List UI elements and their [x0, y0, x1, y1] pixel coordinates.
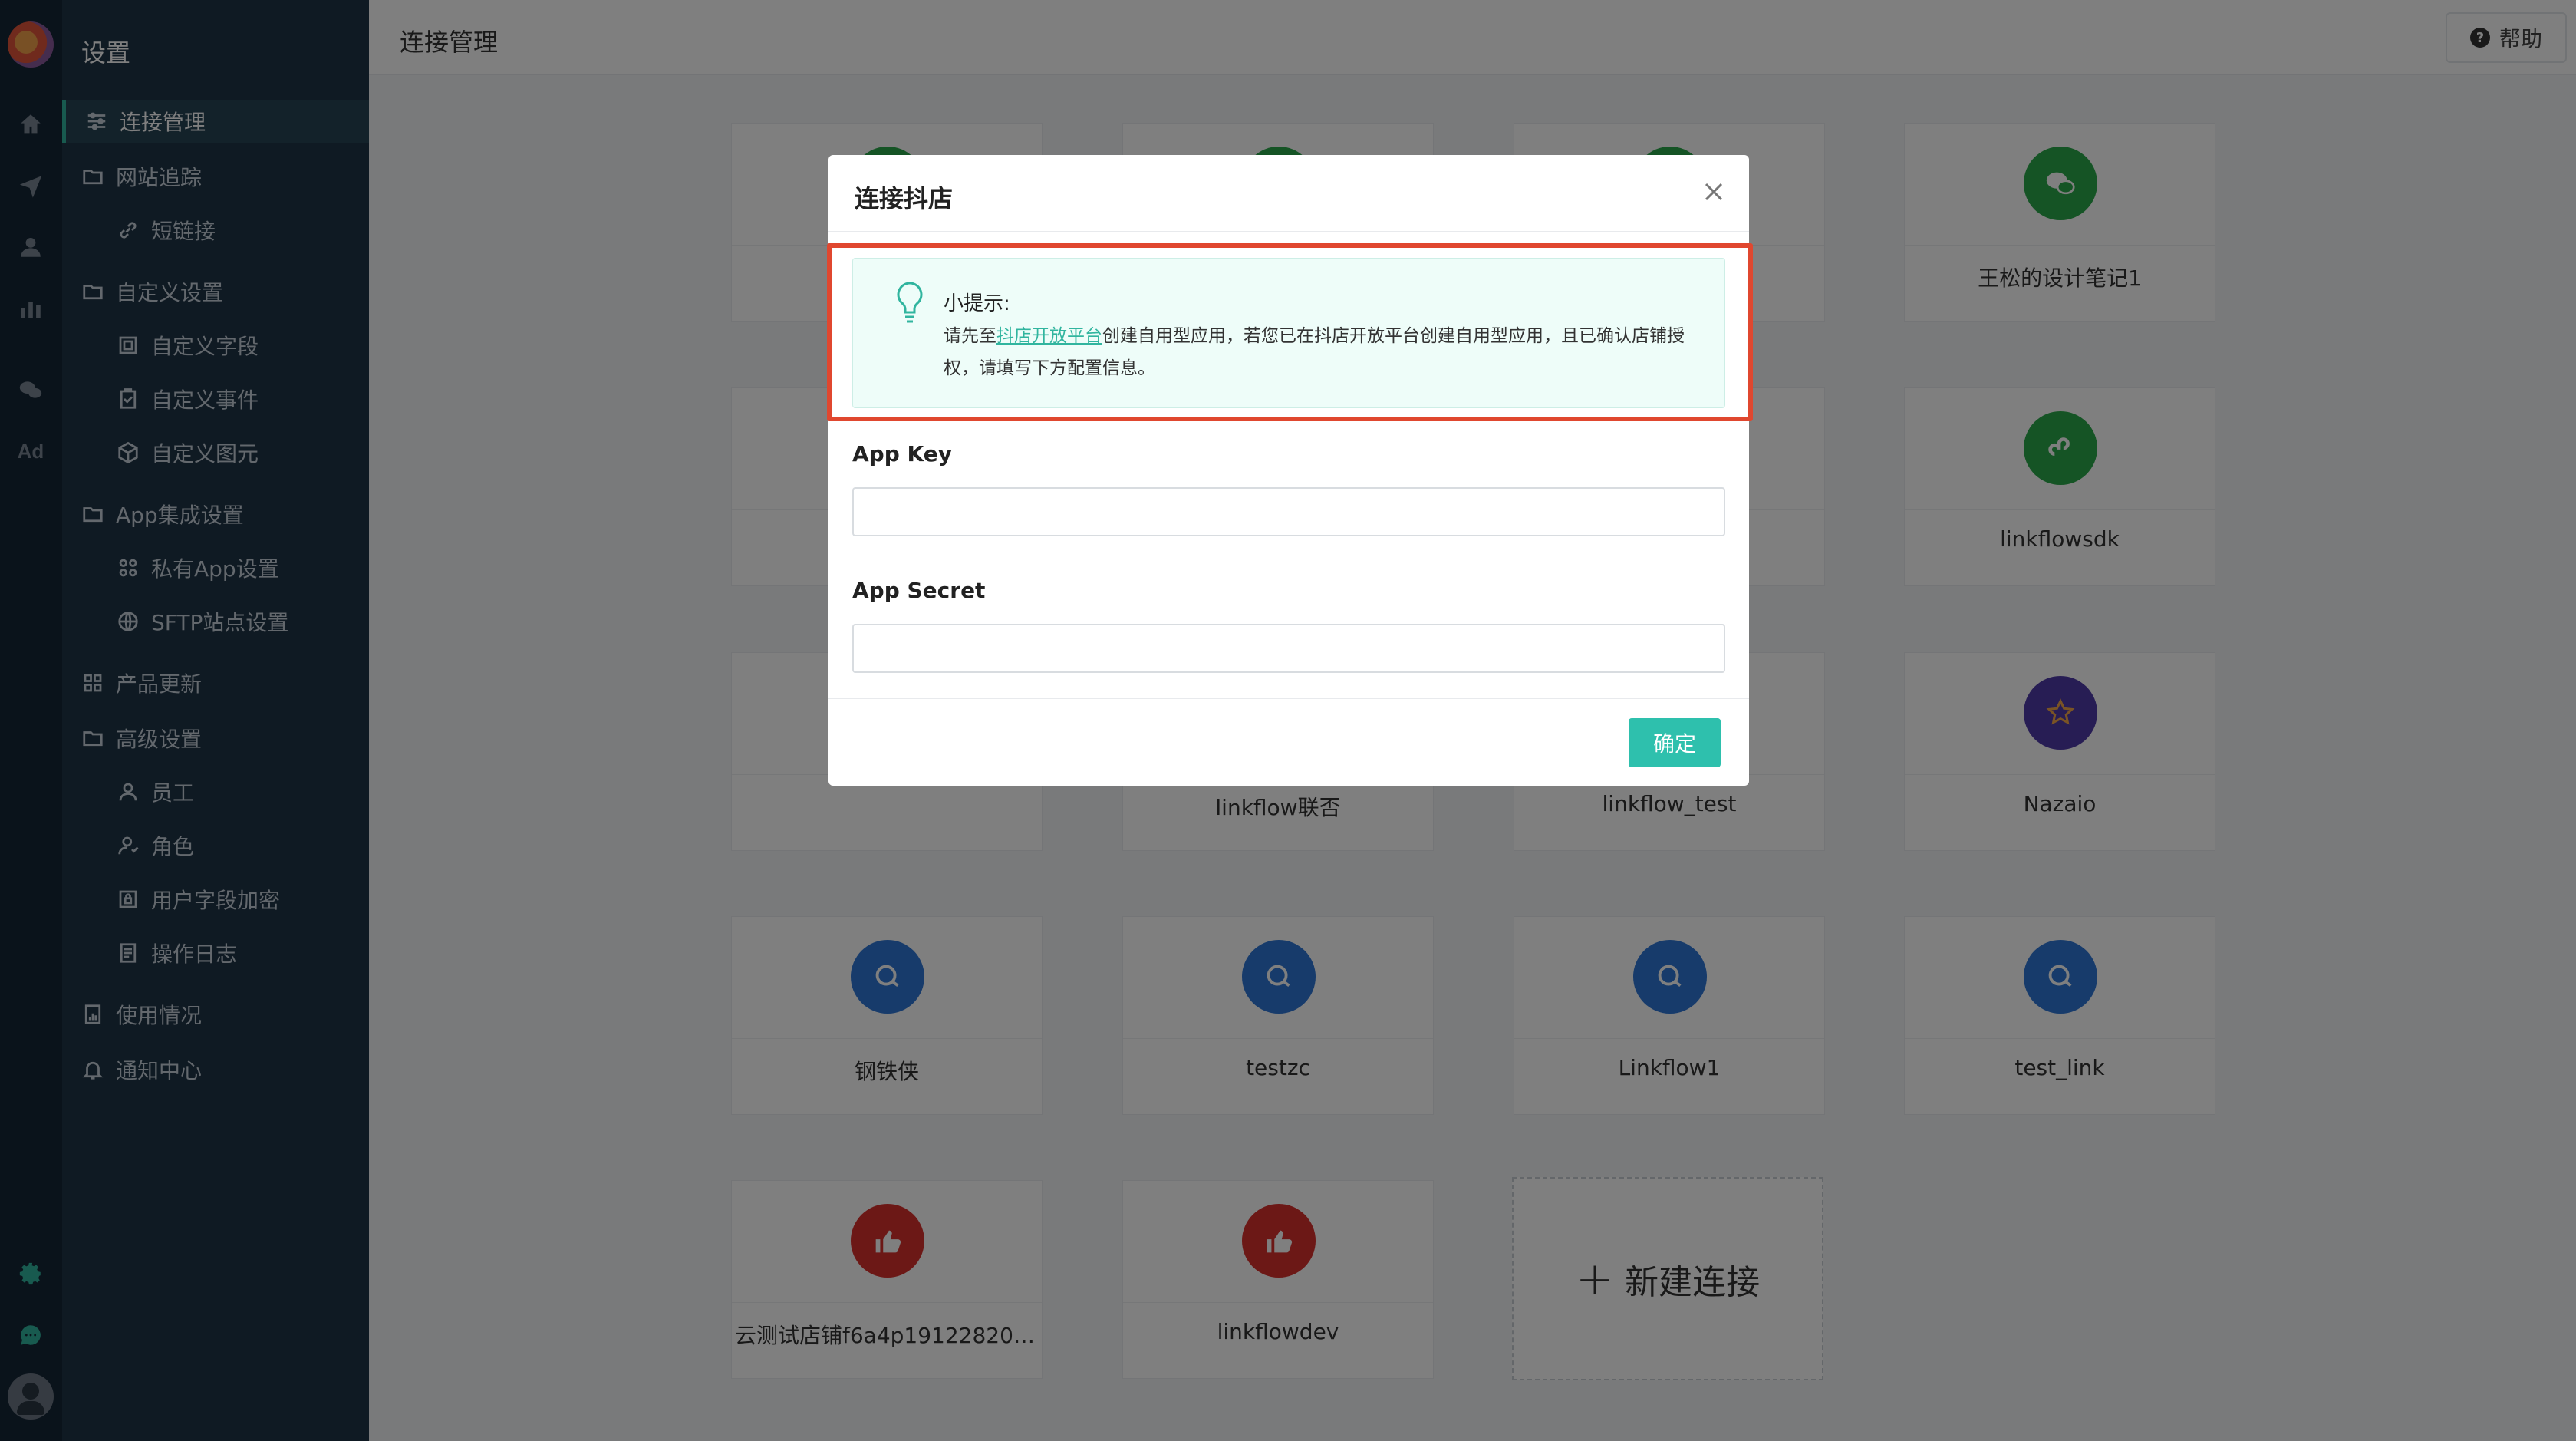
- app-key-label: App Key: [852, 441, 952, 467]
- app-secret-input[interactable]: [852, 624, 1725, 673]
- modal-title: 连接抖店: [855, 184, 954, 213]
- app-key-input[interactable]: [852, 487, 1725, 536]
- modal-footer-divider: [828, 698, 1749, 699]
- close-icon[interactable]: [1698, 176, 1729, 207]
- modal-header: 连接抖店: [828, 155, 1749, 232]
- confirm-button[interactable]: 确定: [1629, 718, 1721, 767]
- app-secret-label: App Secret: [852, 578, 986, 603]
- tip-highlight-box: [827, 243, 1753, 421]
